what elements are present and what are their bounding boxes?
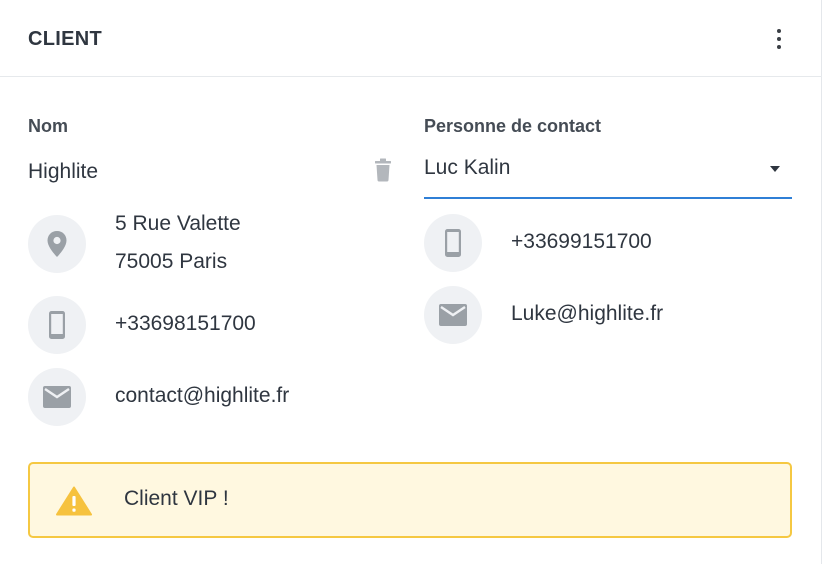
contact-person-value: Luc Kalin (424, 156, 511, 179)
contact-phone[interactable]: +33699151700 (511, 230, 652, 254)
client-name: Highlite (28, 160, 99, 183)
warning-icon (56, 486, 92, 521)
phone-icon (424, 214, 482, 272)
contact-email[interactable]: Luke@highlite.fr (511, 302, 663, 326)
kebab-dot (777, 45, 781, 49)
address-line1: 5 Rue Valette (115, 212, 241, 235)
vip-alert: Client VIP ! (28, 462, 792, 538)
client-email[interactable]: contact@highlite.fr (115, 384, 289, 408)
caret-down-icon (770, 166, 780, 172)
kebab-menu-icon[interactable] (768, 26, 790, 52)
trash-icon[interactable] (374, 158, 392, 182)
alert-text: Client VIP ! (124, 487, 229, 510)
contact-person-label: Personne de contact (424, 116, 602, 136)
kebab-dot (777, 37, 781, 41)
contact-person-select[interactable]: Luc Kalin (424, 146, 792, 199)
kebab-dot (777, 29, 781, 33)
card-header: CLIENT (0, 0, 822, 77)
phone-icon (28, 296, 86, 354)
location-icon (28, 215, 86, 273)
email-icon (28, 368, 86, 426)
client-phone[interactable]: +33698151700 (115, 312, 256, 336)
client-card: CLIENT Nom Highlite 5 Rue Valette 75005 … (0, 0, 822, 564)
address-line2: 75005 Paris (115, 250, 228, 273)
card-title: CLIENT (28, 28, 103, 50)
name-label: Nom (28, 116, 68, 136)
email-icon (424, 286, 482, 344)
